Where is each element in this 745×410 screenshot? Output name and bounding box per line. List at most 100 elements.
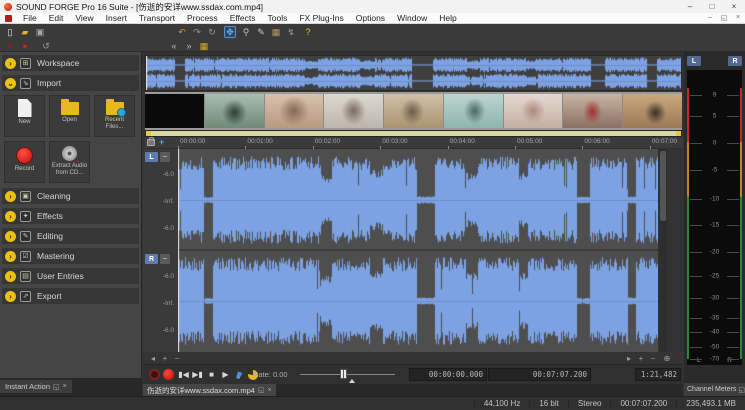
move-cross-icon[interactable]: +	[159, 137, 164, 147]
zoom-out-icon[interactable]: −	[647, 352, 659, 364]
whats-this-help-icon[interactable]: ?	[302, 26, 314, 38]
left-channel-minimize-button[interactable]: −	[160, 152, 170, 162]
video-frame-8[interactable]	[563, 94, 623, 128]
expand-icon[interactable]: ›	[5, 291, 16, 302]
open-button[interactable]: Open	[49, 95, 90, 137]
repeat-icon[interactable]: ↻	[206, 26, 218, 38]
menu-view[interactable]: View	[69, 13, 99, 23]
right-channel-minimize-button[interactable]: −	[160, 254, 170, 264]
loop-playback-icon[interactable]: ↺	[40, 40, 52, 52]
expand-icon[interactable]: ›	[5, 191, 16, 202]
zoom-in-icon[interactable]: +	[635, 352, 647, 364]
go-to-start-icon[interactable]: «	[168, 40, 180, 52]
recent-files-button[interactable]: Recent Files...	[94, 95, 135, 137]
edit-tool-icon[interactable]: ✎	[255, 26, 267, 38]
expand-icon[interactable]: ›	[5, 271, 16, 282]
envelope-tool-icon[interactable]: ↯	[285, 26, 297, 38]
magnify-tool-icon[interactable]: ⚲	[240, 26, 252, 38]
selection-length-display[interactable]: 1:21,482	[635, 368, 681, 381]
cursor-position-display[interactable]: 00:00:00.000	[409, 368, 487, 381]
new-button[interactable]: New	[4, 95, 45, 137]
video-frame-3[interactable]	[265, 94, 325, 128]
record-remote-icon[interactable]: ●	[4, 40, 16, 52]
stop-button[interactable]: ■	[205, 368, 218, 381]
pan-scroll-tool-icon[interactable]: ✥	[224, 26, 236, 38]
sidebar-section-editing[interactable]: ›✎Editing	[2, 228, 139, 244]
expand-icon[interactable]: ›	[5, 211, 16, 222]
menu-insert[interactable]: Insert	[100, 13, 133, 23]
menu-help[interactable]: Help	[433, 13, 462, 23]
play-plugin-chain-button[interactable]	[233, 368, 246, 381]
time-ruler[interactable]: + 00:00:0000:01:0000:02:0000:03:0000:04:…	[145, 137, 683, 149]
selection-bar[interactable]	[145, 130, 682, 137]
record-icon[interactable]: ●	[19, 40, 31, 52]
video-frame-1[interactable]	[145, 94, 205, 128]
expand-icon[interactable]: ›	[5, 251, 16, 262]
doc-restore-button[interactable]: ◱	[717, 14, 731, 22]
undo-icon[interactable]: ↶	[176, 26, 188, 38]
rate-slider-track[interactable]	[300, 374, 395, 375]
scroll-right-icon[interactable]: ▸	[623, 352, 635, 364]
video-filmstrip[interactable]	[145, 92, 682, 130]
record-button[interactable]	[162, 368, 175, 381]
selection-end-handle[interactable]	[676, 131, 681, 136]
record-remote-button[interactable]	[148, 368, 161, 381]
selection-start-handle[interactable]	[146, 131, 151, 136]
maximize-button[interactable]: □	[701, 0, 723, 13]
menu-effects[interactable]: Effects	[224, 13, 262, 23]
menu-process[interactable]: Process	[181, 13, 224, 23]
tab-float-icon[interactable]: ◱	[53, 383, 60, 391]
main-waveform-canvas[interactable]	[178, 149, 658, 352]
vertical-scrollbar[interactable]	[659, 149, 667, 352]
doc-tab-float-icon[interactable]: ◱	[258, 386, 265, 394]
overview-waveform[interactable]	[145, 55, 682, 91]
doc-tab-close-icon[interactable]: ×	[268, 387, 272, 394]
video-frame-4[interactable]	[324, 94, 384, 128]
sidebar-section-import[interactable]: ⌄⇘Import	[2, 75, 139, 91]
record-button[interactable]: Record	[4, 141, 45, 183]
new-file-icon[interactable]: ▯	[4, 26, 16, 38]
sidebar-section-effects[interactable]: ›✦Effects	[2, 208, 139, 224]
go-to-end-icon[interactable]: »	[183, 40, 195, 52]
video-frame-6[interactable]	[444, 94, 504, 128]
sidebar-section-cleaning[interactable]: ›▣Cleaning	[2, 188, 139, 204]
meter-display[interactable]: L R 950-5-10-15-20-25-30-35-40-50-70	[687, 70, 742, 365]
expand-icon[interactable]: ›	[5, 231, 16, 242]
video-frame-2[interactable]	[205, 94, 265, 128]
doc-minimize-button[interactable]: –	[703, 14, 717, 22]
menu-fx-plug-ins[interactable]: FX Plug-Ins	[293, 13, 349, 23]
menu-window[interactable]: Window	[391, 13, 433, 23]
video-frame-5[interactable]	[384, 94, 444, 128]
meter-right-button[interactable]: R	[728, 56, 742, 66]
event-tool-icon[interactable]: ▦	[270, 26, 282, 38]
meter-left-button[interactable]: L	[687, 56, 701, 66]
overview-waveform-canvas[interactable]	[146, 56, 681, 90]
selection-range[interactable]	[146, 131, 681, 136]
menu-transport[interactable]: Transport	[133, 13, 181, 23]
extract-audio-cd-button[interactable]: Extract Audio from CD...	[49, 141, 90, 183]
instant-action-tab[interactable]: Instant Action ◱ ×	[0, 380, 72, 393]
waveform-editor[interactable]	[178, 149, 658, 352]
redo-icon[interactable]: ↷	[191, 26, 203, 38]
menu-file[interactable]: File	[17, 13, 43, 23]
go-to-end-button[interactable]: ▶▮	[191, 368, 204, 381]
sidebar-section-export[interactable]: ›⇗Export	[2, 288, 139, 304]
title-bar[interactable]: SOUND FORGE Pro 16 Suite - [伤逝的安详www.ssd…	[0, 0, 745, 13]
tab-close-icon[interactable]: ×	[63, 383, 67, 390]
sidebar-section-user-entries[interactable]: ›▤User Entries	[2, 268, 139, 284]
video-frame-9[interactable]	[623, 94, 682, 128]
collapse-icon[interactable]: ⌄	[5, 78, 16, 89]
play-button[interactable]: ▶	[219, 368, 232, 381]
close-button[interactable]: ×	[723, 0, 745, 13]
menu-edit[interactable]: Edit	[43, 13, 70, 23]
right-channel-button[interactable]: R	[145, 254, 158, 264]
video-frame-7[interactable]	[504, 94, 564, 128]
rate-slider-handle[interactable]	[340, 369, 347, 379]
zoom-in-time-icon[interactable]: +	[159, 352, 171, 364]
expand-icon[interactable]: ›	[5, 58, 16, 69]
minimize-button[interactable]: –	[679, 0, 701, 13]
menu-options[interactable]: Options	[350, 13, 391, 23]
document-tab[interactable]: 伤逝的安详www.ssdax.com.mp4 ◱ ×	[143, 384, 276, 396]
left-channel-button[interactable]: L	[145, 152, 158, 162]
zoom-out-time-icon[interactable]: −	[171, 352, 183, 364]
